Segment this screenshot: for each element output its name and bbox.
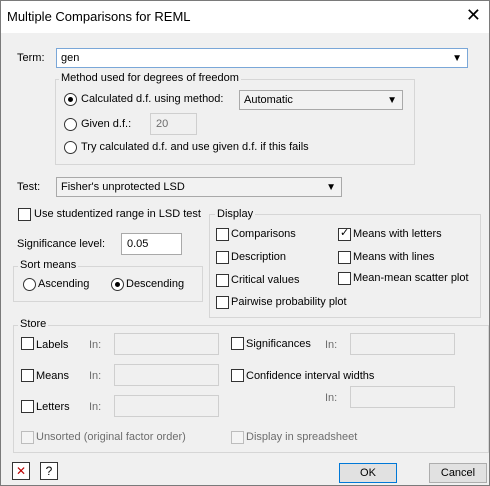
title-bar: Multiple Comparisons for REML ✕ — [1, 1, 489, 33]
in-label: In: — [89, 339, 102, 351]
calc-df-label: Calculated d.f. using method: — [81, 93, 224, 105]
dialog-window: Multiple Comparisons for REML ✕ Term: ge… — [0, 0, 490, 486]
studentized-label: Use studentized range in LSD test — [34, 208, 201, 220]
chevron-down-icon: ▼ — [387, 95, 397, 106]
description-checkbox[interactable] — [216, 251, 229, 264]
close-icon[interactable]: ✕ — [466, 6, 481, 24]
significance-input[interactable]: 0.05 — [121, 233, 182, 255]
df-group-label: Method used for degrees of freedom — [59, 72, 241, 84]
ascending-radio[interactable] — [23, 278, 36, 291]
in-label: In: — [89, 370, 102, 382]
means-lines-label: Means with lines — [353, 251, 435, 263]
calc-df-radio[interactable] — [64, 93, 77, 106]
in-label: In: — [325, 339, 338, 351]
given-df-radio[interactable] — [64, 118, 77, 131]
spreadsheet-checkbox[interactable] — [231, 431, 244, 444]
ci-in-input[interactable] — [350, 386, 455, 408]
means-lines-checkbox[interactable] — [338, 251, 351, 264]
method-value: Automatic — [244, 94, 293, 106]
studentized-checkbox[interactable] — [18, 208, 31, 221]
chevron-down-icon: ▼ — [452, 53, 462, 64]
term-select[interactable]: gen ▼ — [56, 48, 468, 68]
ascending-label: Ascending — [38, 278, 90, 290]
radio-dot — [68, 97, 73, 102]
store-ci-checkbox[interactable] — [231, 369, 244, 382]
in-label: In: — [89, 401, 102, 413]
description-label: Description — [231, 251, 287, 263]
window-title: Multiple Comparisons for REML — [7, 9, 191, 24]
clear-icon[interactable]: ✕ — [12, 462, 30, 480]
display-group-label: Display — [215, 208, 256, 220]
descending-radio[interactable] — [111, 278, 124, 291]
term-value: gen — [61, 52, 80, 64]
comparisons-label: Comparisons — [231, 228, 296, 240]
test-select[interactable]: Fisher's unprotected LSD ▼ — [56, 177, 342, 197]
significance-value: 0.05 — [127, 238, 149, 250]
store-group-label: Store — [18, 318, 49, 330]
ok-button[interactable]: OK — [339, 463, 397, 483]
check-icon: ✓ — [340, 227, 350, 239]
cancel-button[interactable]: Cancel — [429, 463, 487, 483]
radio-dot — [115, 282, 120, 287]
store-means-checkbox[interactable] — [21, 369, 34, 382]
method-select[interactable]: Automatic ▼ — [239, 90, 403, 110]
unsorted-checkbox[interactable] — [21, 431, 34, 444]
store-means-label: Means — [36, 370, 70, 382]
test-label: Test: — [17, 181, 41, 193]
pairwise-checkbox[interactable] — [216, 296, 229, 309]
comparisons-checkbox[interactable] — [216, 228, 229, 241]
test-value: Fisher's unprotected LSD — [61, 181, 185, 193]
spreadsheet-label: Display in spreadsheet — [246, 431, 358, 443]
means-letters-label: Means with letters — [353, 228, 442, 240]
given-df-value: 20 — [156, 118, 169, 130]
help-icon[interactable]: ? — [40, 462, 58, 480]
means-in-input[interactable] — [114, 364, 219, 386]
term-label: Term: — [17, 52, 45, 64]
critical-values-label: Critical values — [231, 274, 300, 286]
store-labels-label: Labels — [36, 339, 69, 351]
store-ci-label: Confidence interval widths — [246, 370, 375, 382]
sort-group-label: Sort means — [18, 259, 79, 271]
given-df-label: Given d.f.: — [81, 118, 132, 130]
try-df-radio[interactable] — [64, 141, 77, 154]
critical-values-checkbox[interactable] — [216, 274, 229, 287]
letters-in-input[interactable] — [114, 395, 219, 417]
means-letters-checkbox[interactable]: ✓ — [338, 227, 351, 241]
given-df-input[interactable]: 20 — [150, 113, 197, 135]
unsorted-label: Unsorted (original factor order) — [36, 431, 186, 443]
store-significances-label: Significances — [246, 338, 311, 350]
in-label: In: — [325, 392, 338, 404]
store-labels-checkbox[interactable] — [21, 337, 34, 350]
store-letters-checkbox[interactable] — [21, 400, 34, 413]
labels-in-input[interactable] — [114, 333, 219, 355]
store-significances-checkbox[interactable] — [231, 337, 244, 350]
store-letters-label: Letters — [36, 401, 70, 413]
descending-label: Descending — [126, 278, 185, 290]
pairwise-label: Pairwise probability plot — [231, 296, 347, 308]
significance-label: Significance level: — [17, 238, 106, 250]
mean-scatter-label: Mean-mean scatter plot — [353, 272, 469, 284]
chevron-down-icon: ▼ — [326, 182, 336, 193]
significances-in-input[interactable] — [350, 333, 455, 355]
mean-scatter-checkbox[interactable] — [338, 272, 351, 285]
try-df-label: Try calculated d.f. and use given d.f. i… — [81, 141, 309, 153]
